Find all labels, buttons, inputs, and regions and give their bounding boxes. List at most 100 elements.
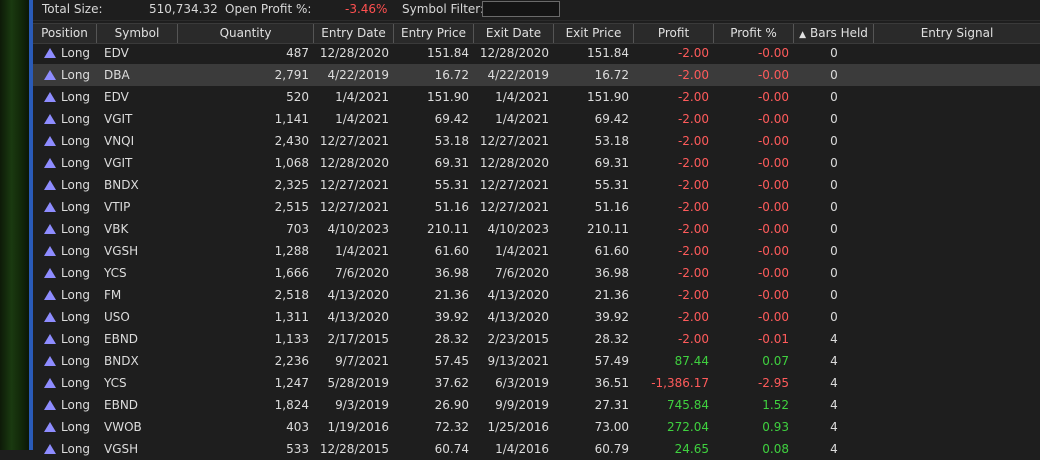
entry-date-cell: 4/22/2019	[327, 68, 389, 82]
entry-price-cell: 37.62	[434, 376, 469, 390]
table-row[interactable]: Long DBA 2,791 4/22/2019 16.72 4/22/2019 16.72…	[33, 64, 1040, 86]
exit-date-cell: 9/13/2021	[487, 354, 549, 368]
symbol-cell: FM	[104, 288, 122, 302]
long-position-icon	[44, 223, 56, 234]
profit-cell: -2.00	[677, 68, 709, 82]
table-row[interactable]: Long VGSH 533 12/28/2015 60.74 1/4/2016 60.79 2…	[33, 438, 1040, 460]
table-row[interactable]: Long VBK 703 4/10/2023 210.11 4/10/2023 210.11…	[33, 218, 1040, 240]
table-row[interactable]: Long BNDX 2,325 12/27/2021 55.31 12/27/2021 55…	[33, 174, 1040, 196]
entry-price-cell: 55.31	[434, 178, 469, 192]
bars-held-cell: 4	[830, 376, 838, 390]
bars-held-cell: 0	[830, 90, 838, 104]
column-header-position[interactable]: Position	[33, 24, 97, 43]
table-header: Position Symbol Quantity Entry Date Entr…	[33, 23, 1040, 44]
exit-price-cell: 28.32	[594, 332, 629, 346]
exit-price-cell: 55.31	[594, 178, 629, 192]
table-row[interactable]: Long YCS 1,666 7/6/2020 36.98 7/6/2020 36.98 -2…	[33, 262, 1040, 284]
position-cell: Long	[44, 42, 99, 64]
column-header-entry-signal[interactable]: Entry Signal	[874, 24, 1040, 43]
long-position-icon	[44, 69, 56, 80]
entry-price-cell: 26.90	[434, 398, 469, 412]
quantity-cell: 487	[286, 46, 309, 60]
table-row[interactable]: Long VGSH 1,288 1/4/2021 61.60 1/4/2021 61.60 -…	[33, 240, 1040, 262]
quantity-cell: 2,791	[274, 68, 309, 82]
table-row[interactable]: Long EBND 1,824 9/3/2019 26.90 9/9/2019 27.31 7…	[33, 394, 1040, 416]
column-header-quantity[interactable]: Quantity	[178, 24, 314, 43]
symbol-cell: EDV	[104, 46, 129, 60]
exit-price-cell: 39.92	[594, 310, 629, 324]
entry-date-cell: 2/17/2015	[327, 332, 389, 346]
profit-pct-cell: 0.07	[762, 354, 789, 368]
table-row[interactable]: Long USO 1,311 4/13/2020 39.92 4/13/2020 39.92…	[33, 306, 1040, 328]
long-position-icon	[44, 91, 56, 102]
table-row[interactable]: Long EDV 520 1/4/2021 151.90 1/4/2021 151.90 -2…	[33, 86, 1040, 108]
position-cell: Long	[44, 372, 99, 394]
table-row[interactable]: Long EDV 487 12/28/2020 151.84 12/28/2020 151.…	[33, 42, 1040, 64]
profit-cell: 272.04	[667, 420, 709, 434]
profit-pct-cell: -0.00	[757, 222, 789, 236]
entry-signal-cell	[874, 174, 1040, 196]
position-label: Long	[61, 200, 91, 214]
bars-held-cell: 0	[830, 222, 838, 236]
exit-price-cell: 51.16	[594, 200, 629, 214]
symbol-filter-input[interactable]	[482, 1, 560, 17]
exit-price-cell: 27.31	[594, 398, 629, 412]
bars-held-cell: 0	[830, 68, 838, 82]
entry-price-cell: 21.36	[434, 288, 469, 302]
entry-price-cell: 57.45	[434, 354, 469, 368]
symbol-cell: DBA	[104, 68, 130, 82]
entry-price-cell: 151.90	[427, 90, 469, 104]
column-header-bars-held[interactable]: ▲ Bars Held	[794, 24, 874, 43]
entry-date-cell: 12/28/2020	[319, 46, 389, 60]
table-row[interactable]: Long EBND 1,133 2/17/2015 28.32 2/23/2015 28.3…	[33, 328, 1040, 350]
entry-signal-cell	[874, 328, 1040, 350]
table-row[interactable]: Long VNQI 2,430 12/27/2021 53.18 12/27/2021 53…	[33, 130, 1040, 152]
exit-price-cell: 69.42	[594, 112, 629, 126]
column-header-exit-date[interactable]: Exit Date	[474, 24, 554, 43]
bars-held-cell: 0	[830, 288, 838, 302]
column-header-exit-price[interactable]: Exit Price	[554, 24, 634, 43]
table-row[interactable]: Long FM 2,518 4/13/2020 21.36 4/13/2020 21.36 -…	[33, 284, 1040, 306]
entry-date-cell: 9/3/2019	[335, 398, 389, 412]
bars-held-cell: 4	[830, 332, 838, 346]
column-header-profit[interactable]: Profit	[634, 24, 714, 43]
bars-held-cell: 0	[830, 244, 838, 258]
position-label: Long	[61, 244, 91, 258]
entry-signal-cell	[874, 240, 1040, 262]
position-label: Long	[61, 90, 91, 104]
exit-date-cell: 12/27/2021	[479, 178, 549, 192]
symbol-cell: VBK	[104, 222, 129, 236]
table-row[interactable]: Long VTIP 2,515 12/27/2021 51.16 12/27/2021 51…	[33, 196, 1040, 218]
table-row[interactable]: Long BNDX 2,236 9/7/2021 57.45 9/13/2021 57.49…	[33, 350, 1040, 372]
entry-date-cell: 12/27/2021	[319, 200, 389, 214]
entry-signal-cell	[874, 306, 1040, 328]
long-position-icon	[44, 355, 56, 366]
summary-bar: Total Size: 510,734.32 Open Profit %: -3…	[33, 0, 1040, 21]
column-header-symbol[interactable]: Symbol	[97, 24, 178, 43]
column-header-profit-pct[interactable]: Profit %	[714, 24, 794, 43]
profit-cell: 745.84	[667, 398, 709, 412]
exit-date-cell: 4/13/2020	[487, 310, 549, 324]
quantity-cell: 2,430	[274, 134, 309, 148]
entry-signal-cell	[874, 108, 1040, 130]
exit-date-cell: 1/4/2016	[495, 442, 549, 456]
column-header-entry-price[interactable]: Entry Price	[394, 24, 474, 43]
entry-signal-cell	[874, 64, 1040, 86]
table-row[interactable]: Long VGIT 1,141 1/4/2021 69.42 1/4/2021 69.42 -…	[33, 108, 1040, 130]
table-row[interactable]: Long VGIT 1,068 12/28/2020 69.31 12/28/2020 69…	[33, 152, 1040, 174]
bars-held-cell: 4	[830, 354, 838, 368]
table-row[interactable]: Long VWOB 403 1/19/2016 72.32 1/25/2016 73.00 2…	[33, 416, 1040, 438]
entry-signal-cell	[874, 152, 1040, 174]
position-cell: Long	[44, 218, 99, 240]
entry-date-cell: 1/4/2021	[335, 244, 389, 258]
exit-date-cell: 1/4/2021	[495, 244, 549, 258]
table-row[interactable]: Long YCS 1,247 5/28/2019 37.62 6/3/2019 36.51 -…	[33, 372, 1040, 394]
quantity-cell: 2,515	[274, 200, 309, 214]
column-header-entry-date[interactable]: Entry Date	[314, 24, 394, 43]
profit-cell: -2.00	[677, 90, 709, 104]
exit-date-cell: 2/23/2015	[487, 332, 549, 346]
entry-date-cell: 5/28/2019	[327, 376, 389, 390]
entry-date-cell: 12/27/2021	[319, 178, 389, 192]
column-header-bars-held-label: Bars Held	[809, 26, 868, 40]
profit-cell: 24.65	[674, 442, 709, 456]
